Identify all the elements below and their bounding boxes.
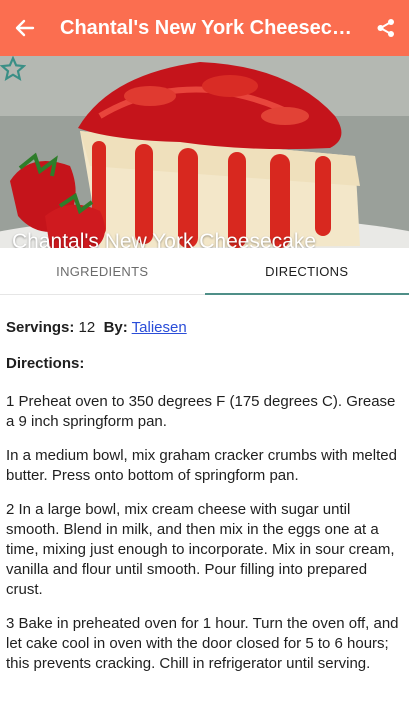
- recipe-meta: Servings: 12 By: Taliesen: [6, 318, 400, 338]
- servings-label: Servings:: [6, 319, 75, 336]
- direction-step: In a medium bowl, mix graham cracker cru…: [6, 447, 397, 484]
- direction-step: 2 In a large bowl, mix cream cheese with…: [6, 501, 395, 598]
- servings-value: 12: [78, 319, 96, 336]
- hero-title: Chantal's New York Cheesecake: [12, 230, 317, 248]
- direction-step: 3 Bake in preheated oven for 1 hour. Tur…: [6, 615, 399, 672]
- tab-directions[interactable]: DIRECTIONS: [204, 248, 409, 295]
- by-label: By:: [103, 319, 128, 336]
- directions-heading: Directions:: [6, 355, 85, 372]
- arrow-left-icon: [15, 19, 35, 37]
- back-button[interactable]: [0, 0, 50, 56]
- star-outline-icon[interactable]: [0, 56, 26, 82]
- share-button[interactable]: [363, 0, 409, 56]
- cheesecake-illustration: [0, 56, 409, 248]
- directions-content: Servings: 12 By: Taliesen Directions: 1 …: [6, 304, 400, 688]
- direction-step: 1 Preheat oven to 350 degrees F (175 deg…: [6, 393, 396, 430]
- tab-bar: INGREDIENTS DIRECTIONS: [0, 248, 409, 295]
- author-link[interactable]: Taliesen: [132, 319, 187, 336]
- recipe-photo: Chantal's New York Cheesecake: [0, 56, 409, 248]
- app-bar: Chantal's New York Cheeseca...: [0, 0, 409, 56]
- app-title: Chantal's New York Cheeseca...: [60, 16, 360, 39]
- tab-ingredients[interactable]: INGREDIENTS: [0, 248, 205, 294]
- share-icon: [377, 19, 394, 37]
